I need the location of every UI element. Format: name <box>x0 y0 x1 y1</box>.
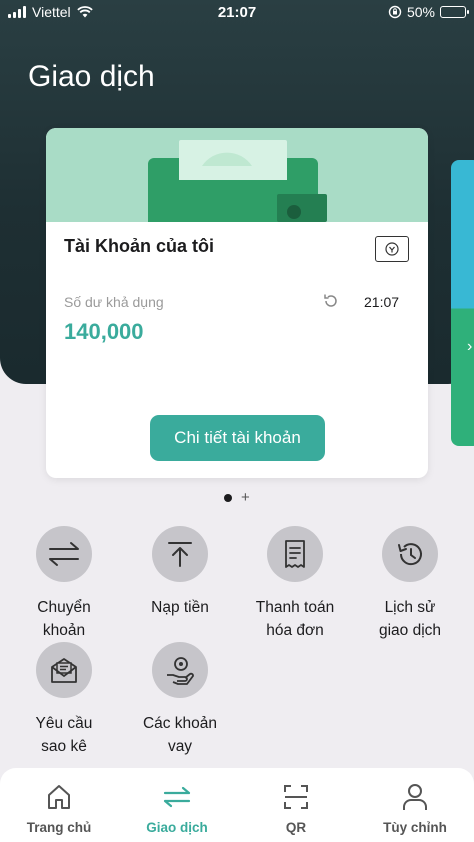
history-icon <box>398 543 422 566</box>
battery-percent: 50% <box>406 4 435 20</box>
home-icon <box>48 785 70 809</box>
deposit-icon <box>168 542 192 567</box>
tab-label: Giao dịch <box>146 820 208 835</box>
balance-updated-time: 21:07 <box>364 294 400 310</box>
orientation-lock-icon <box>388 5 402 19</box>
balance-amount: 140,000 <box>64 319 144 344</box>
tab-transactions[interactable]: Giao dịch <box>118 782 236 835</box>
chevron-right-icon: › <box>467 338 473 355</box>
wallet-illustration-icon <box>148 140 327 222</box>
action-label: Nạp tiền <box>151 599 209 616</box>
pager-dot-active[interactable] <box>224 493 232 502</box>
action-history[interactable]: Lịch sử giao dịch <box>351 526 469 642</box>
page-title: Giao dịch <box>28 60 155 93</box>
account-card[interactable]: Tài Khoản của tôi Số dư khả dụng 21:07 1… <box>46 128 428 478</box>
action-loans[interactable]: Các khoản vay <box>121 642 239 758</box>
tab-home[interactable]: Trang chủ <box>0 782 118 835</box>
next-card-peek[interactable]: › <box>451 160 474 446</box>
account-card-title: Tài Khoản của tôi <box>64 236 215 256</box>
statement-icon <box>51 658 77 683</box>
action-label: Thanh toán hóa đơn <box>255 599 335 639</box>
bottom-tab-bar: Trang chủ Giao dịch QR Tùy chỉnh <box>0 768 474 842</box>
action-label: Lịch sử giao dịch <box>378 599 442 639</box>
tab-label: QR <box>285 820 307 835</box>
action-label: Chuyển khoản <box>37 599 91 639</box>
action-pay-bill[interactable]: Thanh toán hóa đơn <box>236 526 354 642</box>
bill-icon <box>285 540 305 568</box>
tab-label: Trang chủ <box>26 820 92 835</box>
card-banner <box>46 128 428 222</box>
action-deposit[interactable]: Nạp tiền <box>121 526 239 619</box>
card-pager[interactable]: + <box>224 490 250 505</box>
status-bar: Viettel 21:07 50% <box>0 0 474 26</box>
refresh-icon[interactable] <box>322 292 340 310</box>
balance-label: Số dư khả dụng <box>64 294 164 310</box>
transfer-icon <box>49 542 79 566</box>
battery-icon <box>440 6 469 18</box>
action-transfer[interactable]: Chuyển khoản <box>5 526 123 642</box>
add-card-icon[interactable]: + <box>241 490 250 505</box>
tab-label: Tùy chỉnh <box>383 820 447 835</box>
action-label: Các khoản vay <box>142 715 218 755</box>
action-label: Yêu cầu sao kê <box>35 715 93 755</box>
account-detail-button[interactable]: Chi tiết tài khoản <box>150 415 325 461</box>
qr-scan-icon <box>284 785 308 809</box>
tab-qr[interactable]: QR <box>237 782 355 835</box>
wallet-icon[interactable] <box>375 236 409 262</box>
transfer-icon <box>163 786 191 808</box>
tab-settings[interactable]: Tùy chỉnh <box>356 782 474 835</box>
user-icon <box>403 784 427 810</box>
loan-icon <box>167 657 194 685</box>
action-statement-request[interactable]: Yêu cầu sao kê <box>5 642 123 758</box>
